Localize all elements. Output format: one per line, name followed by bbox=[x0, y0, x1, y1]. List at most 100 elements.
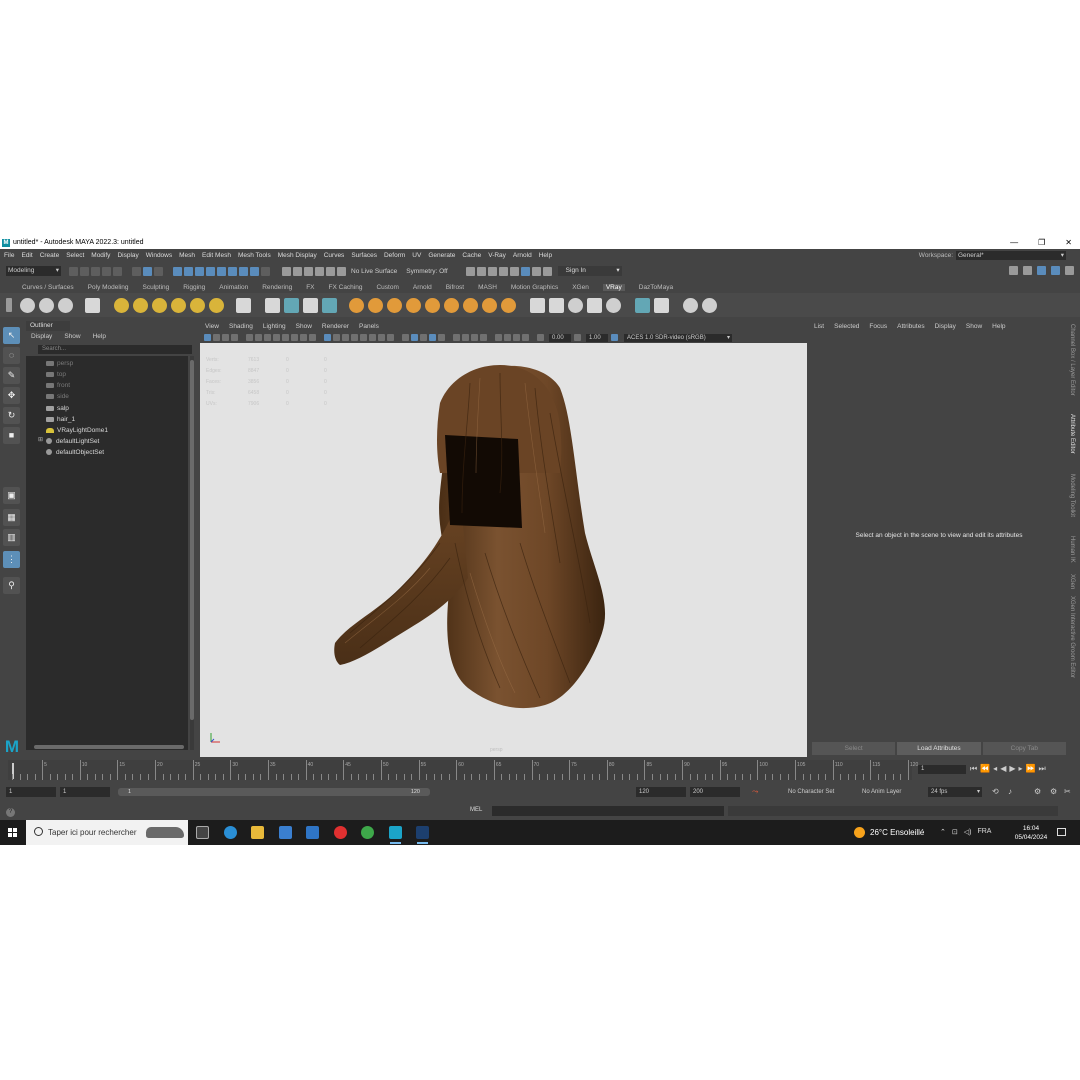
menu-mesh[interactable]: Mesh bbox=[179, 252, 195, 259]
snap-settings-icon[interactable] bbox=[337, 266, 346, 276]
steam-icon[interactable] bbox=[416, 826, 429, 844]
volume-icon[interactable]: ◁) bbox=[964, 828, 972, 836]
default-material-icon[interactable] bbox=[360, 334, 367, 341]
step-back-key-icon[interactable]: ⏪ bbox=[980, 764, 990, 774]
current-frame-field[interactable]: 1 bbox=[918, 765, 966, 774]
redo-icon[interactable] bbox=[113, 266, 122, 276]
menu-generate[interactable]: Generate bbox=[428, 252, 455, 259]
outliner-item-front[interactable]: front bbox=[46, 380, 70, 390]
anim-prefs-icon[interactable]: ✂ bbox=[1060, 787, 1071, 797]
chrome-icon[interactable] bbox=[361, 826, 374, 839]
snap-grid-icon[interactable] bbox=[282, 266, 291, 276]
shelf-tab-xgen[interactable]: XGen bbox=[572, 284, 589, 291]
search-tool-icon[interactable]: ⚲ bbox=[3, 577, 20, 594]
vray-object-properties-icon[interactable] bbox=[482, 297, 497, 313]
vray-rect-light-icon[interactable] bbox=[133, 297, 148, 313]
vray-ipr-shelf-icon[interactable] bbox=[58, 297, 73, 313]
auto-key-icon[interactable]: ⤳ bbox=[748, 787, 758, 797]
anim-layer-dropdown[interactable]: No Anim Layer bbox=[858, 787, 901, 797]
outliner-item-hair[interactable]: hair_1 bbox=[46, 414, 75, 424]
move-tool-icon[interactable]: ✥ bbox=[3, 387, 20, 404]
vray-proxy-icon[interactable] bbox=[265, 297, 280, 313]
step-forward-key-icon[interactable]: ⏩ bbox=[1026, 764, 1036, 774]
outliner-item-default-object-set[interactable]: defaultObjectSet bbox=[46, 447, 104, 457]
vray-render-icon[interactable] bbox=[520, 266, 530, 276]
vray-frame-buffer-icon[interactable] bbox=[20, 297, 35, 313]
multisample-aa-icon[interactable] bbox=[471, 334, 478, 341]
ae-menu-focus[interactable]: Focus bbox=[869, 323, 887, 330]
open-scene-icon[interactable] bbox=[80, 266, 89, 276]
snap-point-icon[interactable] bbox=[304, 266, 313, 276]
vray-plane-icon[interactable] bbox=[236, 297, 251, 313]
edge-icon[interactable] bbox=[224, 826, 237, 839]
vray-color-picker-icon[interactable] bbox=[568, 297, 583, 313]
ae-menu-list[interactable]: List bbox=[814, 323, 824, 330]
taskbar-clock[interactable]: 16:04 05/04/2024 bbox=[1012, 824, 1050, 842]
menu-create[interactable]: Create bbox=[40, 252, 60, 259]
menu-set-dropdown[interactable]: Modeling bbox=[6, 266, 61, 276]
script-language-toggle[interactable]: MEL bbox=[470, 807, 482, 813]
side-tab-human-ik[interactable]: Human IK bbox=[1069, 536, 1075, 563]
xray-icon[interactable] bbox=[411, 334, 418, 341]
ae-menu-show[interactable]: Show bbox=[966, 323, 982, 330]
mask-surfaces-icon[interactable] bbox=[206, 266, 215, 276]
color-management-icon[interactable] bbox=[611, 334, 618, 341]
symmetry-label[interactable]: Symmetry: Off bbox=[406, 268, 447, 275]
taskbar-search-box[interactable]: Taper ici pour rechercher bbox=[26, 820, 188, 845]
mask-deformations-icon[interactable] bbox=[217, 266, 226, 276]
maya-taskbar-icon[interactable] bbox=[389, 826, 402, 844]
task-view-icon[interactable] bbox=[196, 826, 209, 839]
menu-file[interactable]: File bbox=[4, 252, 14, 259]
shelf-tab-daztomaya[interactable]: DazToMaya bbox=[639, 284, 673, 291]
viewport-menu-shading[interactable]: Shading bbox=[229, 323, 253, 330]
menu-curves[interactable]: Curves bbox=[324, 252, 345, 259]
textured-icon[interactable] bbox=[369, 334, 376, 341]
outliner-item-persp[interactable]: persp bbox=[46, 358, 73, 368]
character-set-dropdown[interactable]: No Character Set bbox=[784, 787, 834, 797]
channel-box-toggle-icon[interactable] bbox=[1065, 266, 1074, 275]
snap-view-plane-icon[interactable] bbox=[315, 266, 324, 276]
shelf-tab-motion-graphics[interactable]: Motion Graphics bbox=[511, 284, 558, 291]
side-tab-modeling-toolkit[interactable]: Modeling Toolkit bbox=[1069, 474, 1075, 517]
single-perspective-layout-icon[interactable]: ▣ bbox=[3, 487, 20, 504]
gamma-field[interactable]: 1.00 bbox=[586, 333, 608, 342]
select-object-icon[interactable] bbox=[143, 266, 152, 276]
outliner-item-vray-light-dome[interactable]: VRayLightDome1 bbox=[46, 425, 108, 435]
step-back-frame-icon[interactable]: ◂ bbox=[993, 764, 997, 774]
exposure-icon[interactable] bbox=[504, 334, 511, 341]
menu-arnold[interactable]: Arnold bbox=[513, 252, 532, 259]
vray-displacement-icon[interactable] bbox=[463, 297, 478, 313]
menu-mesh-tools[interactable]: Mesh Tools bbox=[238, 252, 271, 259]
shelf-tab-curves-surfaces[interactable]: Curves / Surfaces bbox=[22, 284, 74, 291]
menu-surfaces[interactable]: Surfaces bbox=[351, 252, 377, 259]
help-line-icon[interactable]: ? bbox=[6, 808, 15, 817]
shelf-tab-fx[interactable]: FX bbox=[306, 284, 314, 291]
mask-joints-icon[interactable] bbox=[184, 266, 193, 276]
ae-menu-attributes[interactable]: Attributes bbox=[897, 323, 924, 330]
render-view-icon[interactable] bbox=[465, 266, 475, 276]
menu-modify[interactable]: Modify bbox=[91, 252, 110, 259]
xray-joints-icon[interactable] bbox=[420, 334, 427, 341]
mask-dynamics-icon[interactable] bbox=[228, 266, 237, 276]
menu-mesh-display[interactable]: Mesh Display bbox=[278, 252, 317, 259]
scale-tool-icon[interactable]: ■ bbox=[3, 427, 20, 444]
vray-fur-icon[interactable] bbox=[303, 297, 318, 313]
command-input[interactable] bbox=[492, 806, 724, 816]
xray-active-icon[interactable] bbox=[429, 334, 436, 341]
ae-copy-tab-button[interactable]: Copy Tab bbox=[982, 742, 1066, 755]
vray-volume-icon[interactable] bbox=[322, 297, 337, 313]
outliner-item-default-light-set[interactable]: ⊞ defaultLightSet bbox=[38, 436, 99, 446]
close-icon[interactable]: ✕ bbox=[1065, 238, 1072, 247]
paint-select-tool-icon[interactable]: ✎ bbox=[3, 367, 20, 384]
workspace-dropdown[interactable]: General* bbox=[956, 251, 1066, 260]
render-settings-icon[interactable] bbox=[498, 266, 508, 276]
snap-live-icon[interactable] bbox=[326, 266, 335, 276]
vray-fur-material-icon[interactable] bbox=[387, 297, 402, 313]
windows-start-icon[interactable] bbox=[8, 828, 17, 837]
shelf-tab-bifrost[interactable]: Bifrost bbox=[446, 284, 464, 291]
vray-scatter-icon[interactable] bbox=[654, 297, 669, 313]
tool-settings-toggle-icon[interactable] bbox=[1051, 266, 1060, 275]
wireframe-on-shaded-icon[interactable] bbox=[402, 334, 409, 341]
vray-lister-icon[interactable] bbox=[549, 297, 564, 313]
range-slider[interactable]: 1 120 bbox=[118, 788, 430, 796]
